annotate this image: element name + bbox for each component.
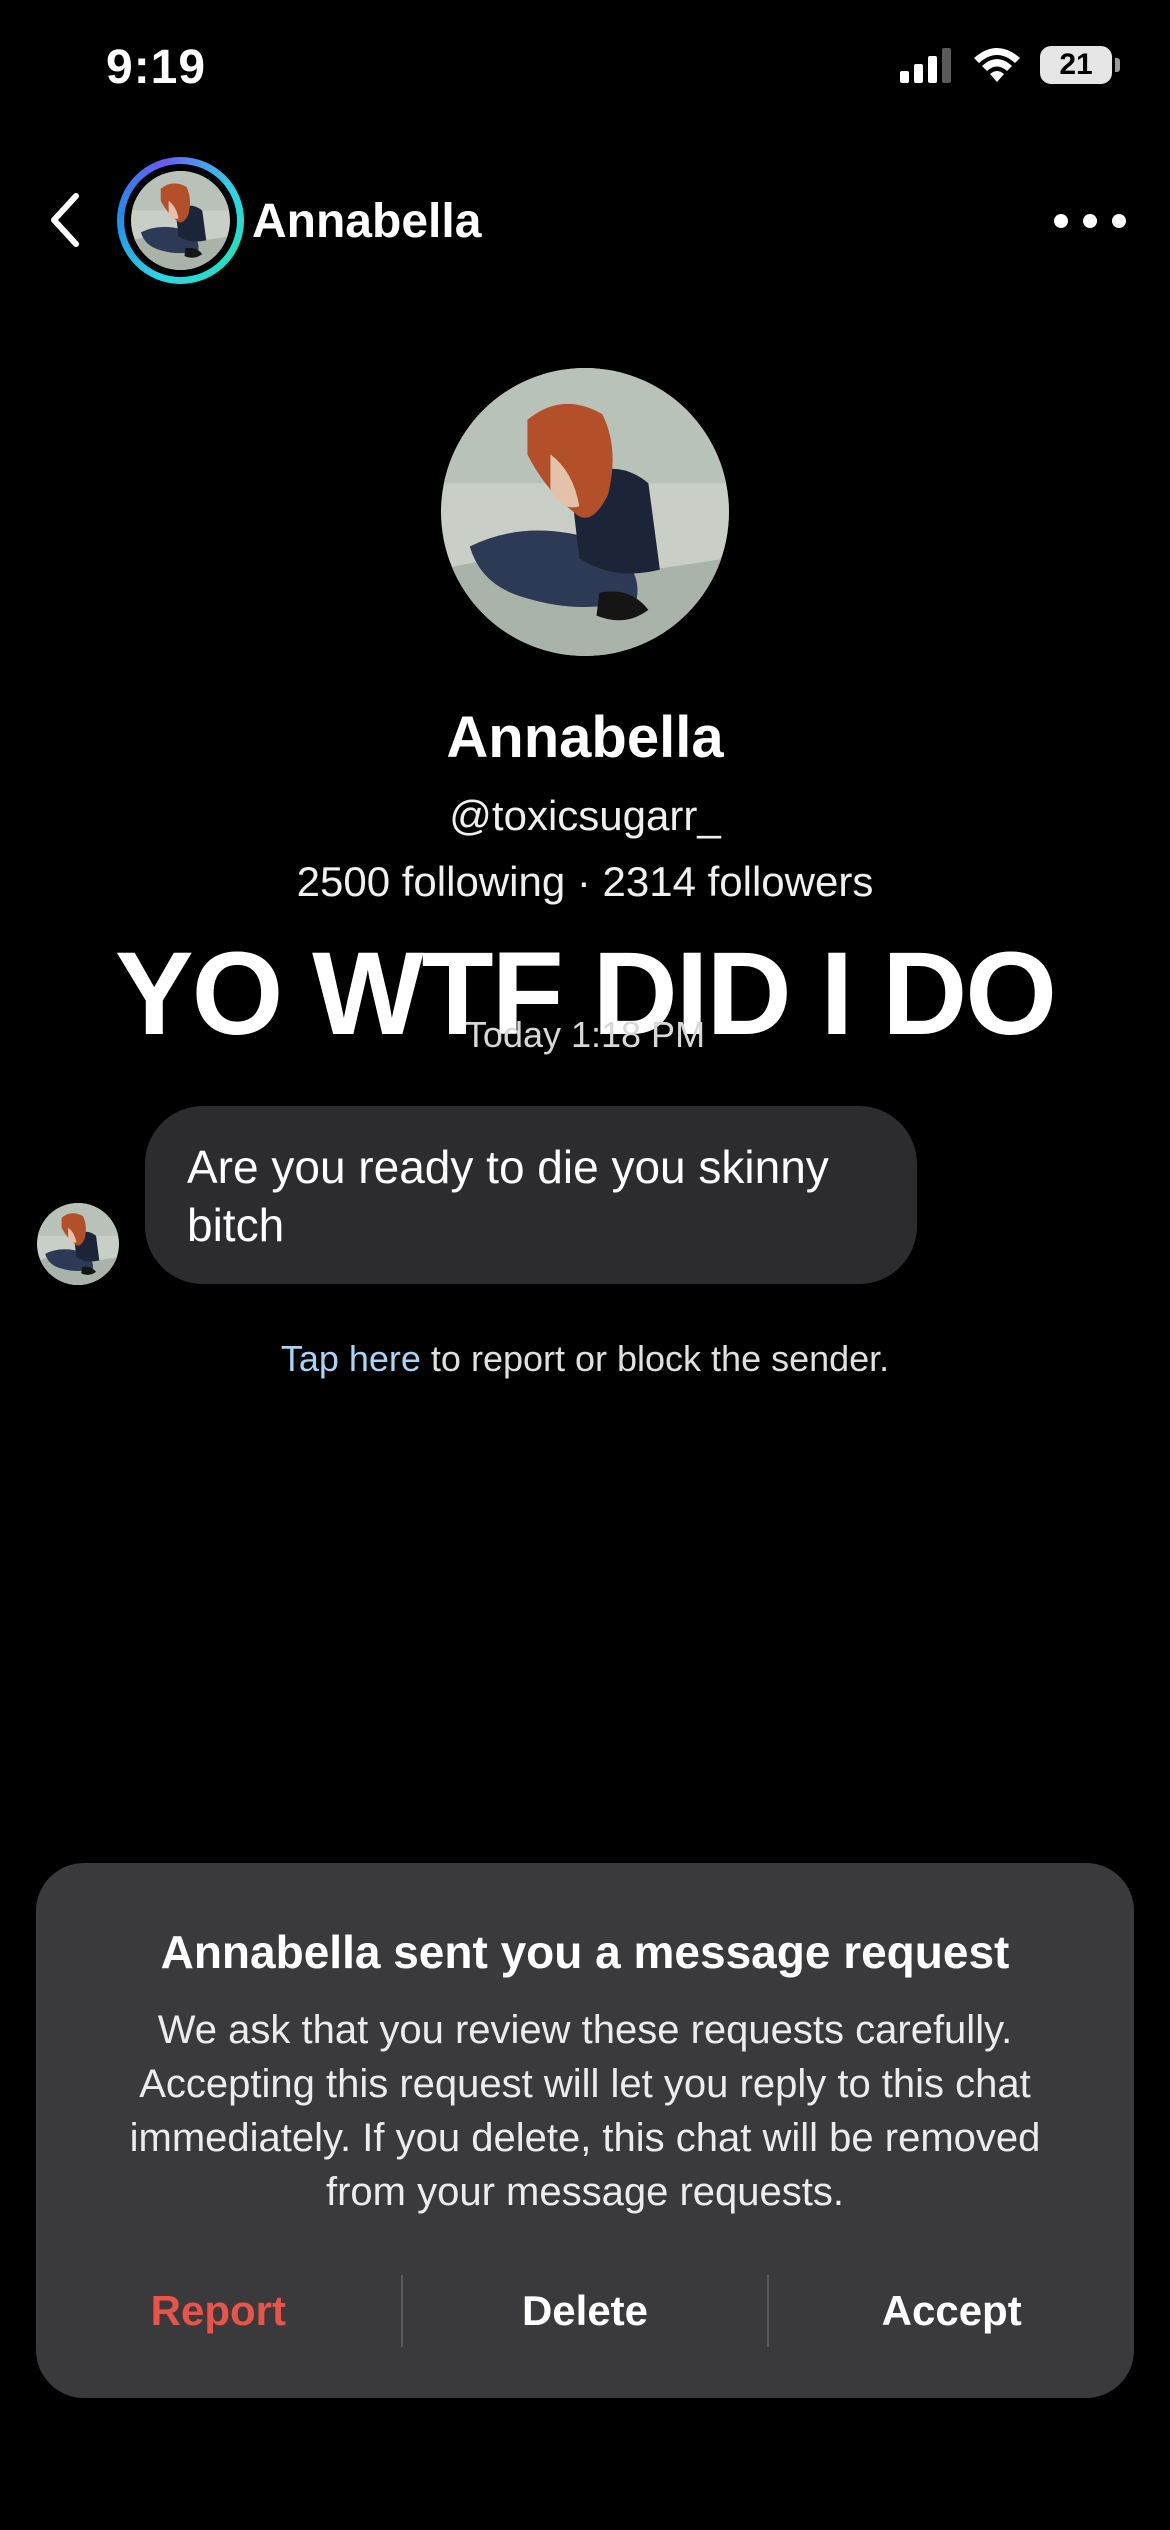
back-chevron-icon <box>51 193 79 247</box>
delete-button[interactable]: Delete <box>403 2275 768 2347</box>
report-hint: Tap here to report or block the sender. <box>0 1338 1170 1380</box>
header-username[interactable]: Annabella <box>252 194 481 249</box>
more-dot <box>1112 214 1126 228</box>
message-timestamp: Today 1:18 PM <box>464 1014 706 1055</box>
sender-avatar-image <box>37 1203 119 1285</box>
message-bubble[interactable]: Are you ready to die you skinny bitch <box>145 1106 917 1284</box>
request-body: We ask that you review these requests ca… <box>129 2008 1041 2214</box>
more-dots-icon <box>1054 214 1068 228</box>
chat-screen: 9:19 21 Annabella Annabella @toxicsugarr… <box>0 0 1170 2530</box>
profile-stats: 2500 following · 2314 followers <box>296 858 874 905</box>
header-avatar-image <box>131 171 230 270</box>
profile-name: Annabella <box>446 705 724 770</box>
report-button[interactable]: Report <box>36 2275 401 2347</box>
request-actions: Report Delete Accept <box>36 2275 1134 2347</box>
accept-button[interactable]: Accept <box>769 2275 1134 2347</box>
request-title: Annabella sent you a message request <box>160 1926 1010 1978</box>
wifi-icon <box>974 48 1020 82</box>
report-hint-text: to report or block the sender. <box>420 1338 890 1379</box>
profile-handle: @toxicsugarr_ <box>449 792 721 839</box>
battery-icon: 21 <box>1040 46 1120 84</box>
message-request-sheet: Annabella sent you a message request We … <box>36 1863 1134 2398</box>
tap-here-link[interactable]: Tap here <box>281 1338 421 1379</box>
profile-avatar-image <box>441 368 729 656</box>
signal-icon <box>900 48 951 83</box>
more-options-button[interactable] <box>1054 206 1126 236</box>
more-dot <box>1083 214 1097 228</box>
profile-avatar[interactable] <box>441 368 729 656</box>
header-avatar[interactable] <box>117 157 244 284</box>
status-icons: 21 <box>900 46 1120 84</box>
status-time: 9:19 <box>106 41 207 94</box>
sender-avatar[interactable] <box>37 1203 119 1285</box>
back-button[interactable] <box>40 190 90 250</box>
